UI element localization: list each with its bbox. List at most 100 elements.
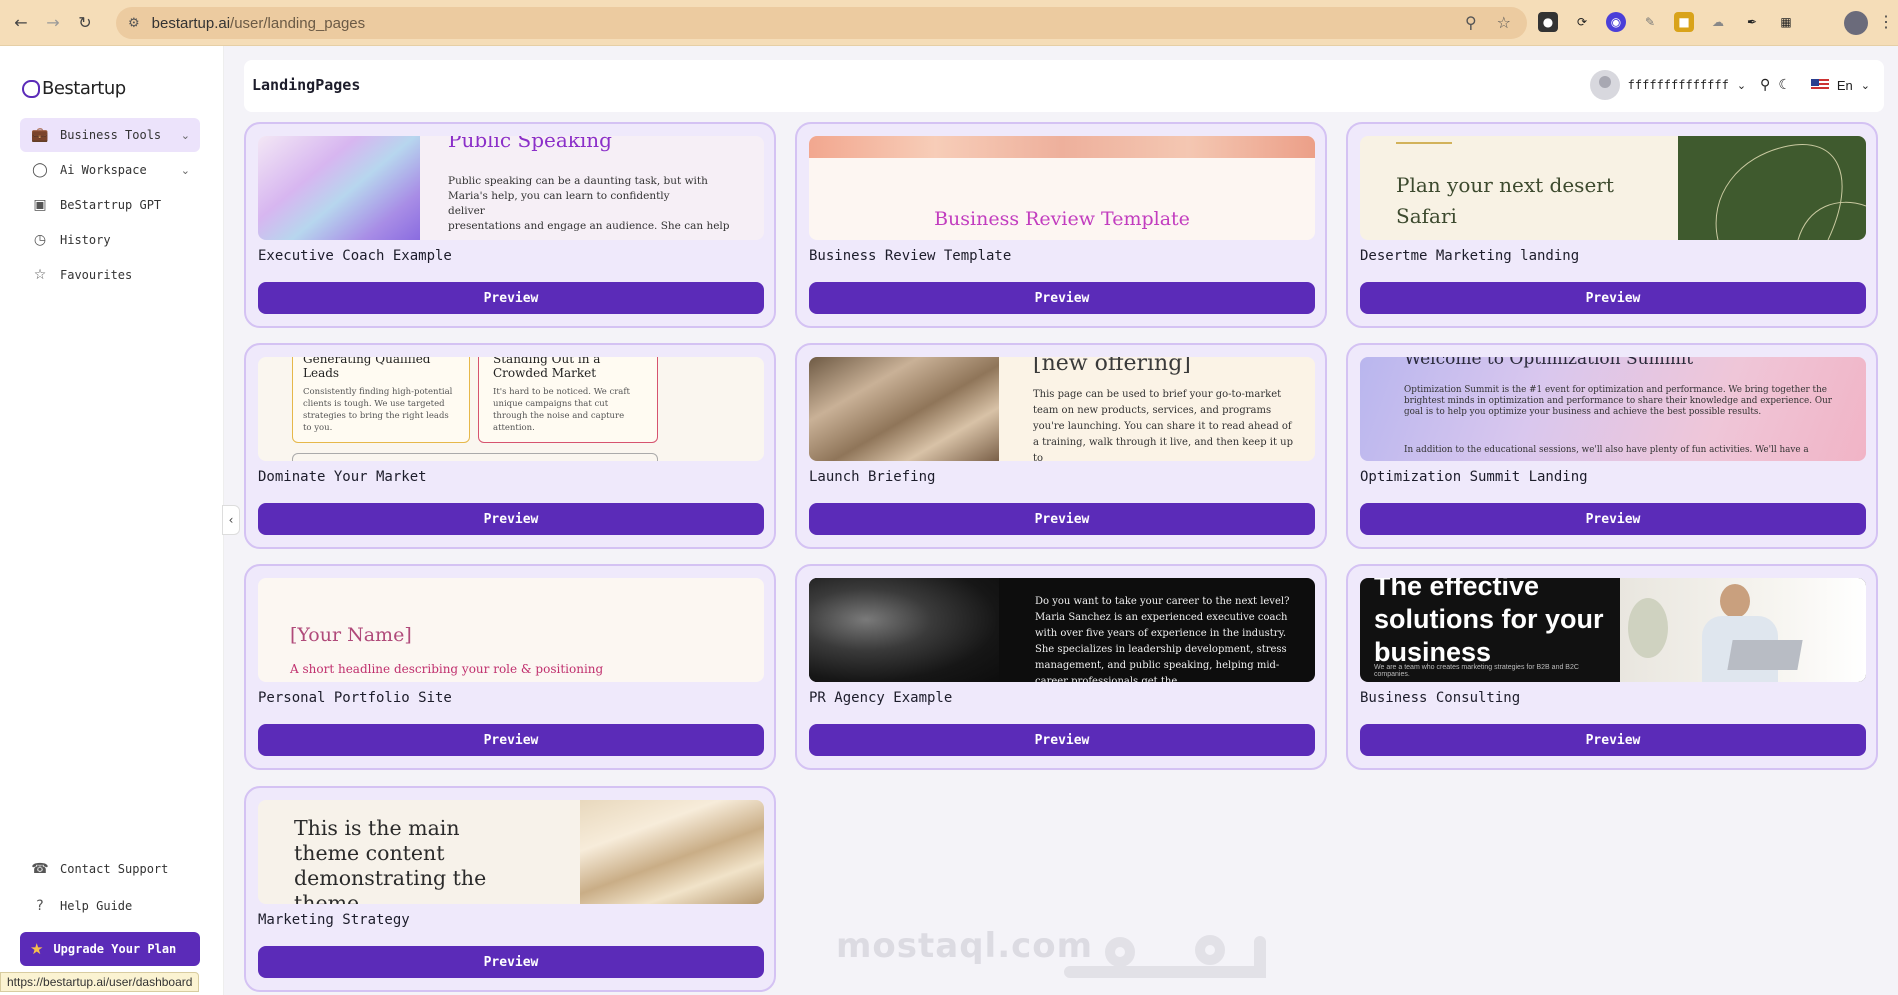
thumb-line: Maria's help, you can learn to confident… [448,190,670,202]
preview-button[interactable]: Preview [1360,282,1866,314]
thumb-line: deliver [448,205,485,217]
landing-card[interactable]: [new offering] This page can be used to … [795,343,1327,549]
zoom-icon[interactable]: ⚲ [1465,13,1477,32]
sidebar-item-business-tools[interactable]: 💼 Business Tools ⌄ [20,118,200,152]
card-title: Executive Coach Example [258,248,452,264]
preview-button[interactable]: Preview [1360,724,1866,756]
card-title: Personal Portfolio Site [258,690,452,706]
preview-button[interactable]: Preview [258,503,764,535]
url-text[interactable]: bestartup.ai/user/landing_pages [152,15,366,32]
card-thumbnail[interactable]: Business Review Template [809,136,1315,240]
card-thumbnail[interactable]: Public Speaking Public speaking can be a… [258,136,764,240]
landing-card[interactable]: Public Speaking Public speaking can be a… [244,122,776,328]
extension-icon[interactable]: ⟳ [1572,12,1592,32]
username[interactable]: ffffffffffffff [1628,78,1729,92]
puzzle-icon[interactable]: ▦ [1776,12,1796,32]
preview-button[interactable]: Preview [1360,503,1866,535]
user-area: ffffffffffffff ⌄ ⚲ ☾ En ⌄ [1589,70,1870,100]
landing-card[interactable]: Welcome to Optimization Summit Optimizat… [1346,343,1878,549]
star-icon: ☆ [33,267,47,283]
card-thumbnail[interactable]: Welcome to Optimization Summit Optimizat… [1360,357,1866,461]
bookmark-star-icon[interactable]: ☆ [1497,13,1511,32]
preview-button[interactable]: Preview [258,946,764,978]
headset-icon: ☎ [31,861,49,877]
avatar[interactable] [1589,70,1620,100]
sidebar-item-label: BeStartrup GPT [60,198,162,212]
preview-button[interactable]: Preview [809,724,1315,756]
browser-menu-icon[interactable]: ⋮ [1878,12,1894,31]
feature-text: It's hard to be noticed. We craft unique… [493,387,630,433]
site-info-icon[interactable]: ⚙ [128,16,140,31]
help-guide-link[interactable]: ? Help Guide [20,889,200,923]
thumb-line: presentations and engage an audience. Sh… [448,220,730,232]
card-thumbnail[interactable]: [new offering] This page can be used to … [809,357,1315,461]
card-thumbnail[interactable]: Generating Qualified Leads Consistently … [258,357,764,461]
card-thumbnail[interactable]: The effective solutions for your busines… [1360,578,1866,682]
address-bar[interactable]: ⚙ bestartup.ai/user/landing_pages ⚲ ☆ [116,7,1527,39]
preview-button[interactable]: Preview [258,724,764,756]
landing-card[interactable]: Generating Qualified Leads Consistently … [244,343,776,549]
chevron-left-icon: ‹ [228,513,234,527]
landing-card[interactable]: [Your Name] A short headline describing … [244,564,776,770]
plant [1628,598,1668,658]
accent-line [1396,142,1452,144]
extension-icon[interactable]: ✒ [1742,12,1762,32]
extension-icon[interactable]: ■ [1674,12,1694,32]
back-icon[interactable]: ← [10,12,32,34]
card-thumbnail[interactable]: This is the main theme content demonstra… [258,800,764,904]
extension-icon[interactable]: ✎ [1640,12,1660,32]
sidebar-item-ai-workspace[interactable]: ◯ Ai Workspace ⌄ [20,153,200,187]
landing-card[interactable]: Business Review Template Business Review… [795,122,1327,328]
moon-icon[interactable]: ☾ [1778,77,1791,93]
url-path: /user/landing_pages [230,14,366,32]
logo[interactable]: Bestartup [22,78,126,99]
chevron-down-icon[interactable]: ⌄ [1737,79,1746,92]
card-thumbnail[interactable]: Do you want to take your career to the n… [809,578,1315,682]
card-title: Business Review Template [809,248,1012,264]
briefcase-icon: 💼 [31,127,49,143]
preview-button[interactable]: Preview [809,282,1315,314]
card-thumbnail[interactable]: Plan your next desert Safari [1360,136,1866,240]
thumb-body: We are a team who creates marketing stra… [1374,664,1579,678]
extension-icon[interactable]: ● [1538,12,1558,32]
card-thumbnail[interactable]: [Your Name] A short headline describing … [258,578,764,682]
thumb-heading: The effective solutions for your busines… [1374,578,1604,667]
help-guide-label: Help Guide [60,899,133,913]
landing-card[interactable]: Do you want to take your career to the n… [795,564,1327,770]
thumb-body: Public speaking can be a daunting task, … [448,174,730,234]
search-icon[interactable]: ⚲ [1760,77,1770,93]
line-art-graphic [1715,144,1866,240]
extension-icon[interactable]: ◉ [1606,12,1626,32]
feature-box: Standing Out in a Crowded Market It's ha… [478,357,658,443]
feature-box: Generating Qualified Leads Consistently … [292,357,470,443]
upgrade-plan-button[interactable]: ★ Upgrade Your Plan [20,932,200,966]
status-bar-url: https://bestartup.ai/user/dashboard [0,972,200,992]
sidebar-item-label: History [60,233,111,247]
gradient-banner [809,136,1315,158]
sidebar-item-history[interactable]: ◷ History [20,223,200,257]
chevron-down-icon[interactable]: ⌄ [1861,79,1870,92]
contact-support-label: Contact Support [60,862,169,876]
browser-profile-avatar[interactable] [1844,11,1868,35]
forward-icon[interactable]: → [42,12,64,34]
landing-card[interactable]: Plan your next desert Safari Desertme Ma… [1346,122,1878,328]
sidebar-item-favourites[interactable]: ☆ Favourites [20,258,200,292]
reload-icon[interactable]: ↻ [74,12,96,34]
thumb-body: Do you want to take your career to the n… [1035,596,1290,682]
landing-card[interactable]: This is the main theme content demonstra… [244,786,776,992]
card-title: PR Agency Example [809,690,953,706]
preview-button[interactable]: Preview [258,282,764,314]
robot-icon: ▣ [33,197,47,213]
extension-icon[interactable]: ☁ [1708,12,1728,32]
preview-button[interactable]: Preview [809,503,1315,535]
thumb-heading: [new offering] [1033,357,1191,376]
thumb-body: In addition to the educational sessions,… [1404,445,1809,455]
language-selector[interactable]: En [1837,78,1853,93]
feature-box [292,453,658,461]
sidebar-item-gpt[interactable]: ▣ BeStartrup GPT [20,188,200,222]
contact-support-link[interactable]: ☎ Contact Support [20,852,200,886]
laptop [1727,640,1803,670]
landing-card[interactable]: The effective solutions for your busines… [1346,564,1878,770]
collapse-sidebar-button[interactable]: ‹ [222,505,240,535]
us-flag-icon [1810,79,1829,91]
